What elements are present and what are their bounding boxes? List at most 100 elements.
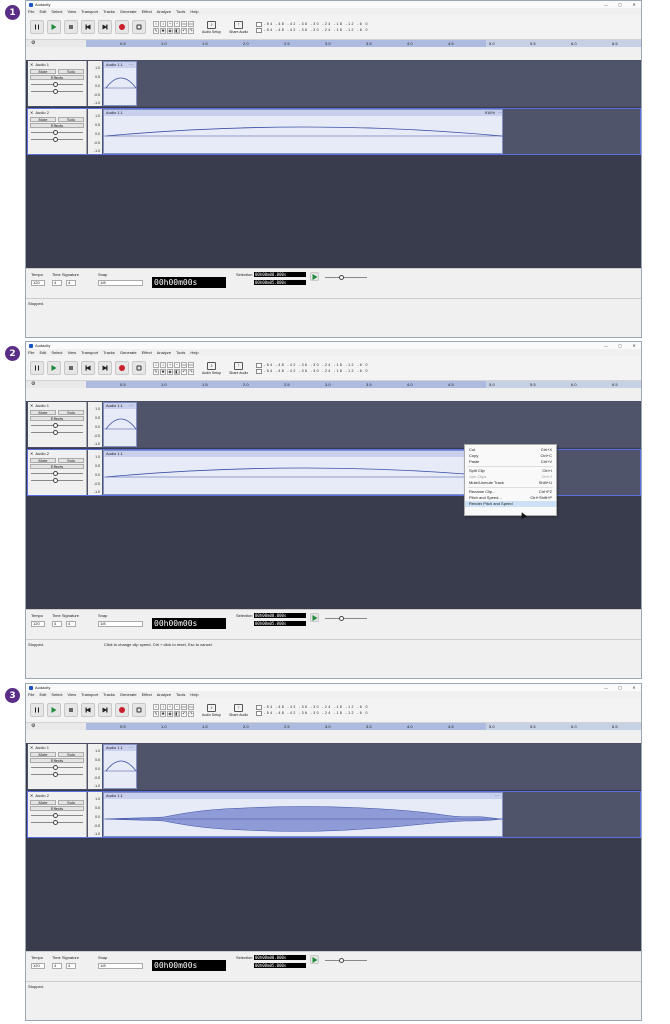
menu-generate[interactable]: Generate <box>120 9 137 14</box>
playback-meter[interactable]: -54 -48 -42 -36 -30 -24 -18 -12 -6 0 <box>256 368 369 374</box>
zoom-toggle-icon[interactable]: ◉ <box>167 710 173 717</box>
slider-thumb[interactable] <box>339 616 344 621</box>
track-audio-1[interactable]: ✕ Audio 1 Mute Solo Effects 1.0 0.5 0.0 -0… <box>27 401 641 448</box>
selection-start[interactable]: 00h00m00.000s <box>254 613 306 618</box>
slider-thumb[interactable] <box>53 471 58 476</box>
time-signature-numerator[interactable]: 4 <box>52 963 62 969</box>
close-track-icon[interactable]: ✕ <box>30 793 33 798</box>
menu-view[interactable]: View <box>67 692 76 697</box>
track-name[interactable]: Audio 1 <box>35 62 49 67</box>
mute-button[interactable]: Mute <box>30 800 56 805</box>
track-name[interactable]: Audio 1 <box>35 403 49 408</box>
skip-to-start-button[interactable] <box>81 703 95 717</box>
effects-button[interactable]: Effects <box>30 416 84 421</box>
menu-select[interactable]: Select <box>51 350 62 355</box>
track-audio-2[interactable]: ✕ Audio 2 Mute Solo Effects 1.0 0.5 0.0 -0… <box>27 108 641 155</box>
select-tool-icon[interactable]: I <box>153 361 159 368</box>
slider-thumb[interactable] <box>53 89 58 94</box>
skip-to-end-button[interactable] <box>98 703 112 717</box>
close-icon[interactable]: ✕ <box>627 343 641 348</box>
play-button[interactable] <box>47 703 61 717</box>
audio-setup-button[interactable]: ♪ Audio Setup <box>202 703 221 717</box>
playback-meter[interactable]: -54 -48 -42 -36 -30 -24 -18 -12 -6 0 <box>256 27 369 33</box>
play-speed-slider[interactable] <box>325 615 367 622</box>
close-track-icon[interactable]: ✕ <box>30 62 33 67</box>
track-name[interactable]: Audio 2 <box>35 451 49 456</box>
effects-button[interactable]: Effects <box>30 758 84 763</box>
playback-meter[interactable]: -54 -48 -42 -36 -30 -24 -18 -12 -6 0 <box>256 710 369 716</box>
effects-button[interactable]: Effects <box>30 123 84 128</box>
record-button[interactable] <box>115 361 129 375</box>
time-display[interactable]: 00h00m00s <box>152 960 226 971</box>
solo-button[interactable]: Solo <box>58 458 84 463</box>
menu-effect[interactable]: Effect <box>142 9 152 14</box>
track-name-row[interactable]: ✕ Audio 2 <box>28 450 86 457</box>
menu-transport[interactable]: Transport <box>81 9 98 14</box>
slider-thumb[interactable] <box>53 820 58 825</box>
audio-clip[interactable]: Audio 1.1 ··· <box>103 792 504 837</box>
skip-to-end-button[interactable] <box>98 20 112 34</box>
select-tool-icon[interactable]: I <box>153 20 159 27</box>
menu-generate[interactable]: Generate <box>120 692 137 697</box>
menu-help[interactable]: Help <box>190 9 198 14</box>
mute-button[interactable]: Mute <box>30 69 56 74</box>
menu-select[interactable]: Select <box>51 692 62 697</box>
track-area[interactable]: ✕ Audio 1 Mute Solo Effects 1.0 0.5 0.0 -0… <box>26 743 641 951</box>
fit-project-icon[interactable]: ▭ <box>188 20 194 27</box>
selection-start[interactable]: 00h00m00.000s <box>254 955 306 960</box>
time-display[interactable]: 00h00m00s <box>152 618 226 629</box>
zoom-out-icon[interactable]: − <box>174 361 180 368</box>
pan-slider[interactable] <box>31 477 83 484</box>
pause-button[interactable] <box>30 20 44 34</box>
minimize-icon[interactable]: — <box>599 685 613 690</box>
snap-select[interactable]: 1/8 <box>98 963 143 969</box>
timeline-gear-icon[interactable]: ⚙ <box>26 40 86 47</box>
slider-thumb[interactable] <box>53 813 58 818</box>
redo-icon[interactable]: ↷ <box>188 27 194 34</box>
time-signature-numerator[interactable]: 4 <box>52 280 62 286</box>
menu-view[interactable]: View <box>67 9 76 14</box>
record-button[interactable] <box>115 20 129 34</box>
gain-slider[interactable] <box>31 81 83 88</box>
fit-project-icon[interactable]: ▭ <box>188 703 194 710</box>
zoom-in-icon[interactable]: + <box>167 20 173 27</box>
multi-tool-icon[interactable]: ✱ <box>160 27 166 34</box>
stop-button[interactable] <box>64 703 78 717</box>
snap-label[interactable]: Snap <box>98 955 107 960</box>
slider-thumb[interactable] <box>53 137 58 142</box>
trim-icon[interactable]: ◧ <box>174 710 180 717</box>
track-name[interactable]: Audio 2 <box>35 110 49 115</box>
menu-file[interactable]: File <box>28 692 34 697</box>
zoom-in-icon[interactable]: + <box>167 361 173 368</box>
zoom-out-icon[interactable]: − <box>174 20 180 27</box>
draw-tool-icon[interactable]: ✎ <box>153 27 159 34</box>
track-name-row[interactable]: ✕ Audio 1 <box>28 402 86 409</box>
tempo-input[interactable]: 120 <box>31 963 45 969</box>
slider-thumb[interactable] <box>53 430 58 435</box>
select-tool-icon[interactable]: I <box>153 703 159 710</box>
tempo-input[interactable]: 120 <box>31 621 45 627</box>
fit-selection-icon[interactable]: ▭ <box>181 20 187 27</box>
solo-button[interactable]: Solo <box>58 800 84 805</box>
slider-thumb[interactable] <box>53 82 58 87</box>
solo-button[interactable]: Solo <box>58 117 84 122</box>
slider-thumb[interactable] <box>53 478 58 483</box>
zoom-in-icon[interactable]: + <box>167 703 173 710</box>
close-track-icon[interactable]: ✕ <box>30 403 33 408</box>
play-at-speed-button[interactable] <box>310 272 319 281</box>
gain-slider[interactable] <box>31 422 83 429</box>
snap-label[interactable]: Snap <box>98 272 107 277</box>
solo-button[interactable]: Solo <box>58 69 84 74</box>
close-track-icon[interactable]: ✕ <box>30 745 33 750</box>
track-name-row[interactable]: ✕ Audio 1 <box>28 61 86 68</box>
menu-generate[interactable]: Generate <box>120 350 137 355</box>
snap-select[interactable]: 1/8 <box>98 280 143 286</box>
maximize-icon[interactable]: ▢ <box>613 2 627 7</box>
track-name-row[interactable]: ✕ Audio 2 <box>28 109 86 116</box>
loop-button[interactable] <box>132 361 146 375</box>
undo-icon[interactable]: ↶ <box>181 27 187 34</box>
slider-thumb[interactable] <box>53 423 58 428</box>
solo-button[interactable]: Solo <box>58 752 84 757</box>
envelope-tool-icon[interactable]: ↕ <box>160 361 166 368</box>
gain-slider[interactable] <box>31 812 83 819</box>
